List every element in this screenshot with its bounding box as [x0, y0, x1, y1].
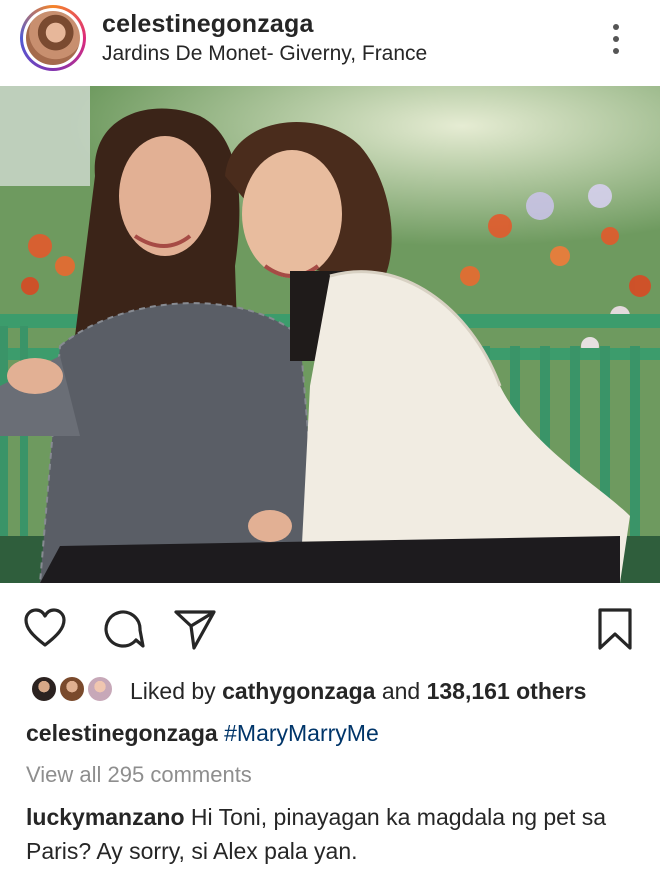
avatar[interactable] — [20, 5, 86, 71]
likes-text[interactable]: Liked by cathygonzaga and 138,161 others — [130, 678, 586, 705]
avatar-image — [26, 11, 80, 65]
comment-username[interactable]: luckymanzano — [26, 804, 185, 830]
more-vertical-icon[interactable] — [606, 22, 626, 56]
comment-icon[interactable] — [100, 606, 146, 652]
comment-item: luckymanzano Hi Toni, pinayagan ka magda… — [26, 800, 646, 868]
caption-hashtag[interactable]: #MaryMarryMe — [224, 720, 379, 746]
likes-count[interactable]: 138,161 others — [427, 678, 587, 704]
share-send-icon[interactable] — [172, 606, 218, 652]
caption-username[interactable]: celestinegonzaga — [26, 720, 218, 746]
bookmark-icon[interactable] — [592, 606, 638, 652]
post-caption: celestinegonzaga #MaryMarryMe — [26, 720, 379, 747]
likes-prefix: Liked by — [130, 678, 216, 704]
likes-row[interactable]: Liked by cathygonzaga and 138,161 others — [0, 668, 660, 712]
post-location[interactable]: Jardins De Monet- Giverny, France — [102, 42, 427, 66]
liker-avatar[interactable] — [86, 675, 114, 703]
liker-username[interactable]: cathygonzaga — [222, 678, 375, 704]
heart-icon[interactable] — [22, 606, 68, 652]
action-bar — [0, 583, 660, 667]
post-photo[interactable] — [0, 86, 660, 583]
post-header: celestinegonzaga Jardins De Monet- Giver… — [0, 0, 660, 86]
liker-avatar[interactable] — [30, 675, 58, 703]
view-all-comments-link[interactable]: View all 295 comments — [26, 762, 252, 788]
post-username[interactable]: celestinegonzaga — [102, 10, 314, 39]
likes-joiner: and — [381, 678, 421, 704]
liker-avatar[interactable] — [58, 675, 86, 703]
